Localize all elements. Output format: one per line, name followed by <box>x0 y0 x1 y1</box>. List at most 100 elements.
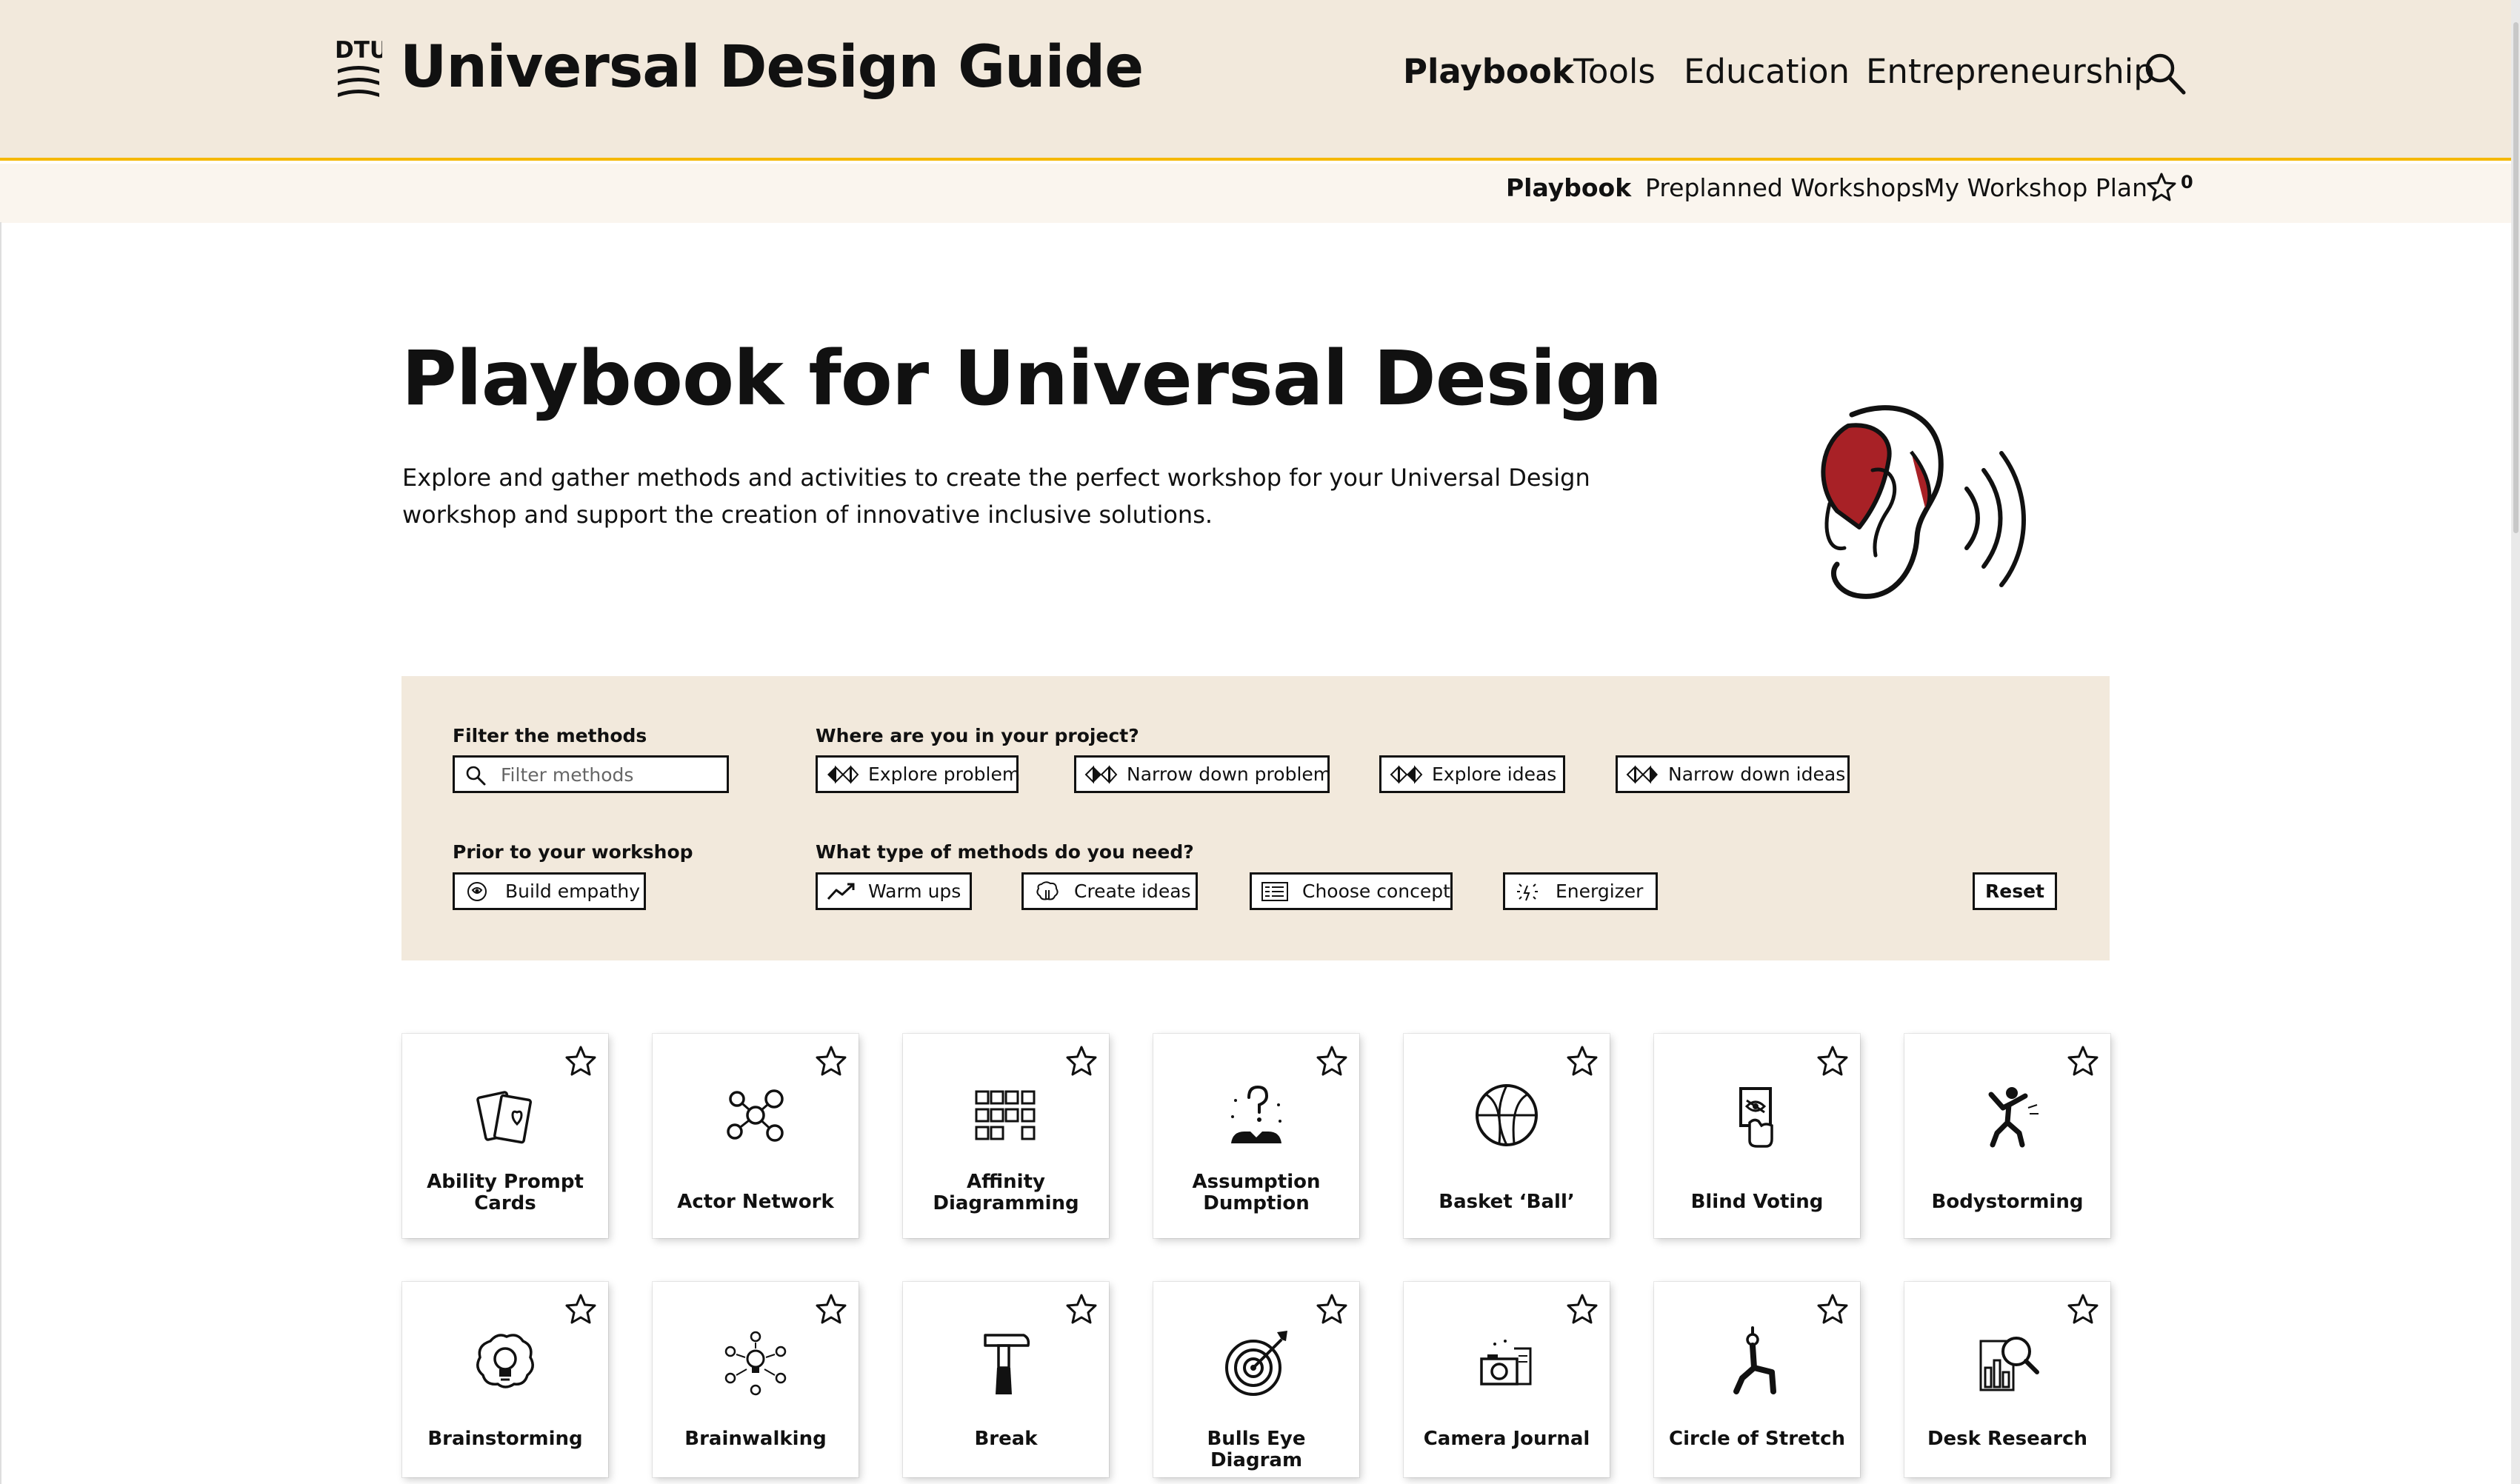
method-card[interactable]: Circle of Stretch <box>1654 1282 1860 1477</box>
method-name: Affinity Diagramming <box>933 1171 1079 1214</box>
star-icon[interactable] <box>1315 1044 1349 1078</box>
explore-ideas-icon <box>1390 764 1423 784</box>
method-name: Bodystorming <box>1931 1191 2084 1213</box>
method-name: Break <box>974 1428 1038 1450</box>
star-icon[interactable] <box>564 1044 598 1078</box>
scrollbar-thumb[interactable] <box>2513 22 2519 533</box>
method-card[interactable]: Actor Network <box>653 1034 859 1238</box>
star-icon[interactable] <box>1315 1292 1349 1326</box>
method-card[interactable]: Assumption Dumption <box>1153 1034 1359 1238</box>
filter-panel <box>401 676 2110 960</box>
star-icon[interactable] <box>1064 1044 1099 1078</box>
method-card[interactable]: Break <box>903 1282 1109 1477</box>
svg-text:DTU: DTU <box>335 37 382 64</box>
magnifier-chart-icon <box>1979 1337 2039 1391</box>
hammer-icon <box>984 1334 1030 1394</box>
method-card[interactable]: Ability Prompt Cards <box>402 1034 608 1238</box>
empathy-icon <box>467 881 487 901</box>
chip-label: Choose concept <box>1302 880 1450 902</box>
nav-entrepreneurship[interactable]: Entrepreneurship <box>1866 52 2155 93</box>
method-name: Assumption Dumption <box>1192 1171 1321 1214</box>
filter-search-field[interactable] <box>453 755 729 793</box>
filter-methods-input[interactable] <box>501 762 716 787</box>
narrow-ideas-icon <box>1626 765 1658 783</box>
spark-icon <box>1517 883 1538 900</box>
cards-icon <box>476 1091 533 1144</box>
reset-button[interactable]: Reset <box>1973 872 2057 910</box>
narrow-problem-icon <box>1084 764 1118 784</box>
favorites-count: 0 <box>2181 172 2193 193</box>
method-card[interactable]: Basket ‘Ball’ <box>1404 1034 1610 1238</box>
search-icon[interactable] <box>2142 50 2188 98</box>
subnav-playbook[interactable]: Playbook <box>1506 173 1631 202</box>
method-name: Desk Research <box>1927 1428 2088 1450</box>
method-name: Brainwalking <box>684 1428 827 1450</box>
nav-education[interactable]: Education <box>1684 52 1850 93</box>
chip-label: Explore ideas <box>1432 763 1557 785</box>
prior-build-empathy[interactable]: Build empathy <box>453 872 646 910</box>
chip-label: Explore problem <box>868 763 1021 785</box>
star-icon[interactable] <box>2066 1292 2100 1326</box>
brain-icon <box>1036 880 1059 900</box>
network-icon <box>727 1089 784 1142</box>
star-icon[interactable] <box>814 1292 848 1326</box>
question-icon <box>1231 1085 1281 1143</box>
sticky-notes-icon <box>975 1090 1036 1140</box>
filter-label: Filter the methods <box>453 725 647 746</box>
chip-label: Energizer <box>1556 880 1644 902</box>
method-name: Basket ‘Ball’ <box>1439 1191 1575 1213</box>
method-name: Brainstorming <box>427 1428 583 1450</box>
method-card[interactable]: Brainwalking <box>653 1282 859 1477</box>
star-icon[interactable] <box>2066 1044 2100 1078</box>
stage-explore-problem[interactable]: Explore problem <box>816 755 1021 793</box>
stage-narrow-down-ideas[interactable]: Narrow down ideas <box>1616 755 1850 793</box>
stage-narrow-down-problem[interactable]: Narrow down problem <box>1074 755 1332 793</box>
chip-label: Narrow down ideas <box>1668 763 1846 785</box>
type-choose-concept[interactable]: Choose concept <box>1250 872 1453 910</box>
prior-workshop-label: Prior to your workshop <box>453 841 693 863</box>
nav-playbook[interactable]: Playbook <box>1403 52 1574 93</box>
subnav-preplanned-workshops[interactable]: Preplanned Workshops <box>1645 173 1924 202</box>
star-icon[interactable] <box>814 1044 848 1078</box>
page-intro: Explore and gather methods and activitie… <box>402 464 1590 529</box>
lightbulb-brain-icon <box>476 1334 534 1388</box>
search-icon <box>466 766 486 786</box>
type-create-ideas[interactable]: Create ideas <box>1021 872 1198 910</box>
nav-tools[interactable]: Tools <box>1573 52 1656 93</box>
subnav-my-workshop-plan[interactable]: My Workshop Plan <box>1924 173 2147 202</box>
method-card[interactable]: Blind Voting <box>1654 1034 1860 1238</box>
star-icon[interactable] <box>2147 172 2176 201</box>
stage-explore-ideas[interactable]: Explore ideas <box>1379 755 1565 793</box>
star-icon[interactable] <box>1816 1292 1850 1326</box>
method-card[interactable]: Bulls Eye Diagram <box>1153 1282 1359 1477</box>
star-icon[interactable] <box>1565 1292 1599 1326</box>
target-icon <box>1225 1331 1287 1396</box>
method-name: Bulls Eye Diagram <box>1207 1428 1306 1471</box>
trend-icon <box>827 883 855 900</box>
method-name: Actor Network <box>677 1191 834 1213</box>
method-name: Circle of Stretch <box>1668 1428 1845 1450</box>
method-card[interactable]: Affinity Diagramming <box>903 1034 1109 1238</box>
idea-people-icon <box>724 1331 787 1396</box>
star-icon[interactable] <box>1816 1044 1850 1078</box>
method-card[interactable]: Brainstorming <box>402 1282 608 1477</box>
site-title[interactable]: Universal Design Guide <box>400 34 1144 101</box>
ear-icon <box>1821 405 2026 599</box>
checklist-icon <box>1261 881 1288 901</box>
page-title: Playbook for Universal Design <box>401 335 1662 423</box>
star-icon[interactable] <box>1064 1292 1099 1326</box>
chip-label: Narrow down problem <box>1127 763 1332 785</box>
type-energizer[interactable]: Energizer <box>1503 872 1658 910</box>
star-icon[interactable] <box>1565 1044 1599 1078</box>
method-name: Ability Prompt Cards <box>427 1171 584 1214</box>
dtu-logo[interactable]: DTU <box>335 36 382 104</box>
voting-icon <box>1739 1087 1773 1148</box>
star-icon[interactable] <box>564 1292 598 1326</box>
method-card[interactable]: Desk Research <box>1904 1282 2110 1477</box>
basketball-icon <box>1476 1084 1538 1146</box>
method-name: Blind Voting <box>1690 1191 1824 1213</box>
method-card[interactable]: Bodystorming <box>1904 1034 2110 1238</box>
type-warm-ups[interactable]: Warm ups <box>816 872 972 910</box>
method-type-label: What type of methods do you need? <box>816 841 1194 863</box>
method-card[interactable]: Camera Journal <box>1404 1282 1610 1477</box>
